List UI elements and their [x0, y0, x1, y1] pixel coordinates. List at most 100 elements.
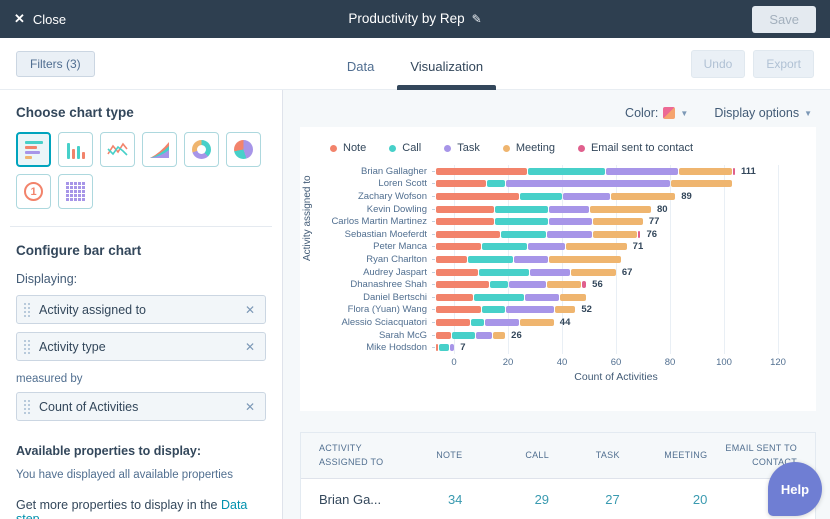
chart-type-pivot-table-button[interactable]	[58, 174, 93, 209]
edit-title-icon[interactable]: ✎	[472, 12, 482, 26]
legend-item[interactable]: Task	[444, 142, 480, 154]
bar-row: Brian Gallagher111	[318, 165, 816, 178]
bar-total-label: 77	[649, 216, 660, 227]
field-pill[interactable]: Activity type✕	[16, 332, 266, 361]
bar-segment-email-sent-to-contact	[582, 281, 586, 288]
bar-row: Kevin Dowling80	[318, 203, 816, 216]
x-tick-label: 0	[451, 357, 456, 368]
category-label: Sebastian Moeferdt	[318, 229, 436, 240]
bar-segment-meeting	[671, 180, 732, 187]
choose-chart-type-heading: Choose chart type	[16, 105, 266, 120]
filters-button[interactable]: Filters (3)	[16, 51, 95, 77]
line-chart-icon	[107, 142, 128, 158]
bar-segment-task	[450, 344, 454, 351]
available-properties-text: You have displayed all available propert…	[16, 469, 266, 481]
dimension-field-list: Activity assigned to✕Activity type✕	[16, 295, 266, 361]
table-cell-value[interactable]: 34	[403, 492, 463, 507]
undo-button[interactable]: Undo	[691, 50, 746, 78]
bar-segment-task	[606, 168, 678, 175]
more-properties-text: Get more properties to display in the Da…	[16, 498, 266, 519]
bar-segment-task	[549, 206, 589, 213]
color-label: Color:	[625, 106, 658, 120]
table-cell-value[interactable]: 29	[462, 492, 549, 507]
chart-type-summary-button[interactable]: 1	[16, 174, 51, 209]
stacked-bar: 71	[436, 243, 816, 250]
tab-visualization[interactable]: Visualization	[397, 59, 496, 90]
close-label: Close	[33, 12, 66, 27]
bar-row: Audrey Jaspart67	[318, 266, 816, 279]
bar-segment-call	[471, 319, 484, 326]
remove-field-icon[interactable]: ✕	[245, 340, 255, 354]
more-properties-prefix: Get more properties to display in the	[16, 498, 221, 512]
stacked-bar: 56	[436, 281, 816, 288]
chart-type-line-button[interactable]	[100, 132, 135, 167]
data-table: Activity assigned toNoteCallTaskMeetingE…	[300, 432, 816, 519]
tab-data[interactable]: Data	[334, 59, 387, 90]
remove-field-icon[interactable]: ✕	[245, 303, 255, 317]
help-button[interactable]: Help	[768, 462, 822, 516]
field-pill-label: Activity type	[39, 340, 245, 354]
table-header-cell: Activity assigned to	[319, 442, 403, 468]
category-label: Loren Scott	[318, 178, 436, 189]
bar-total-label: 26	[511, 330, 522, 341]
bar-segment-call	[495, 218, 548, 225]
bar-segment-note	[436, 256, 467, 263]
legend-dot-icon	[578, 145, 585, 152]
drag-handle-icon[interactable]	[23, 302, 30, 317]
category-label: Mike Hodsdon	[318, 342, 436, 353]
field-pill[interactable]: Activity assigned to✕	[16, 295, 266, 324]
table-header-cell: Meeting	[620, 449, 708, 462]
stacked-bar: 52	[436, 306, 816, 313]
remove-field-icon[interactable]: ✕	[245, 400, 255, 414]
bar-row: Loren Scott	[318, 178, 816, 191]
save-button[interactable]: Save	[752, 6, 816, 33]
pivot-table-icon	[66, 182, 85, 201]
bar-segment-call	[501, 231, 546, 238]
table-cell-value[interactable]: 20	[620, 492, 708, 507]
available-properties-heading: Available properties to display:	[16, 444, 266, 458]
bar-segment-call	[439, 344, 449, 351]
stacked-bar	[436, 294, 816, 301]
bar-segment-meeting	[571, 269, 616, 276]
toolbar: Filters (3) Data Visualization Undo Expo…	[0, 38, 830, 90]
chart-type-pie-button[interactable]	[226, 132, 261, 167]
field-pill[interactable]: Count of Activities✕	[16, 392, 266, 421]
bar-segment-task	[485, 319, 519, 326]
table-cell-value[interactable]: 27	[549, 492, 620, 507]
table-header-cell: Note	[403, 449, 463, 462]
bar-total-label: 80	[657, 204, 668, 215]
legend-dot-icon	[330, 145, 337, 152]
chart-type-horizontal-bar-button[interactable]	[16, 132, 51, 167]
bar-row: Peter Manca71	[318, 241, 816, 254]
stacked-bar: 44	[436, 319, 816, 326]
legend-item[interactable]: Note	[330, 142, 366, 154]
chevron-down-icon: ▼	[804, 109, 812, 118]
top-bar: ✕ Close Productivity by Rep✎ Save	[0, 0, 830, 38]
color-dropdown[interactable]: Color: ▼	[625, 106, 688, 120]
bar-segment-meeting	[593, 231, 638, 238]
bar-segment-call	[528, 168, 605, 175]
bar-segment-call	[468, 256, 513, 263]
stacked-bar: 26	[436, 332, 816, 339]
legend-item[interactable]: Call	[389, 142, 421, 154]
x-tick-label: 60	[611, 357, 622, 368]
x-axis-title: Count of Activities	[454, 371, 778, 383]
bar-segment-email-sent-to-contact	[638, 231, 640, 238]
chart-type-area-button[interactable]	[142, 132, 177, 167]
bar-segment-note	[436, 206, 494, 213]
drag-handle-icon[interactable]	[23, 339, 30, 354]
chart-type-donut-button[interactable]	[184, 132, 219, 167]
export-button[interactable]: Export	[753, 50, 814, 78]
stacked-bar: 67	[436, 269, 816, 276]
bar-row: Carlos Martin Martinez77	[318, 215, 816, 228]
bar-segment-note	[436, 281, 489, 288]
legend-item[interactable]: Meeting	[503, 142, 555, 154]
drag-handle-icon[interactable]	[23, 399, 30, 414]
legend-item[interactable]: Email sent to contact	[578, 142, 693, 154]
chart-type-vertical-bar-button[interactable]	[58, 132, 93, 167]
close-button[interactable]: ✕ Close	[14, 11, 66, 27]
bar-segment-task	[528, 243, 565, 250]
display-options-dropdown[interactable]: Display options ▼	[714, 106, 812, 120]
bar-segment-note	[436, 332, 451, 339]
category-label: Alessio Sciacquatori	[318, 317, 436, 328]
